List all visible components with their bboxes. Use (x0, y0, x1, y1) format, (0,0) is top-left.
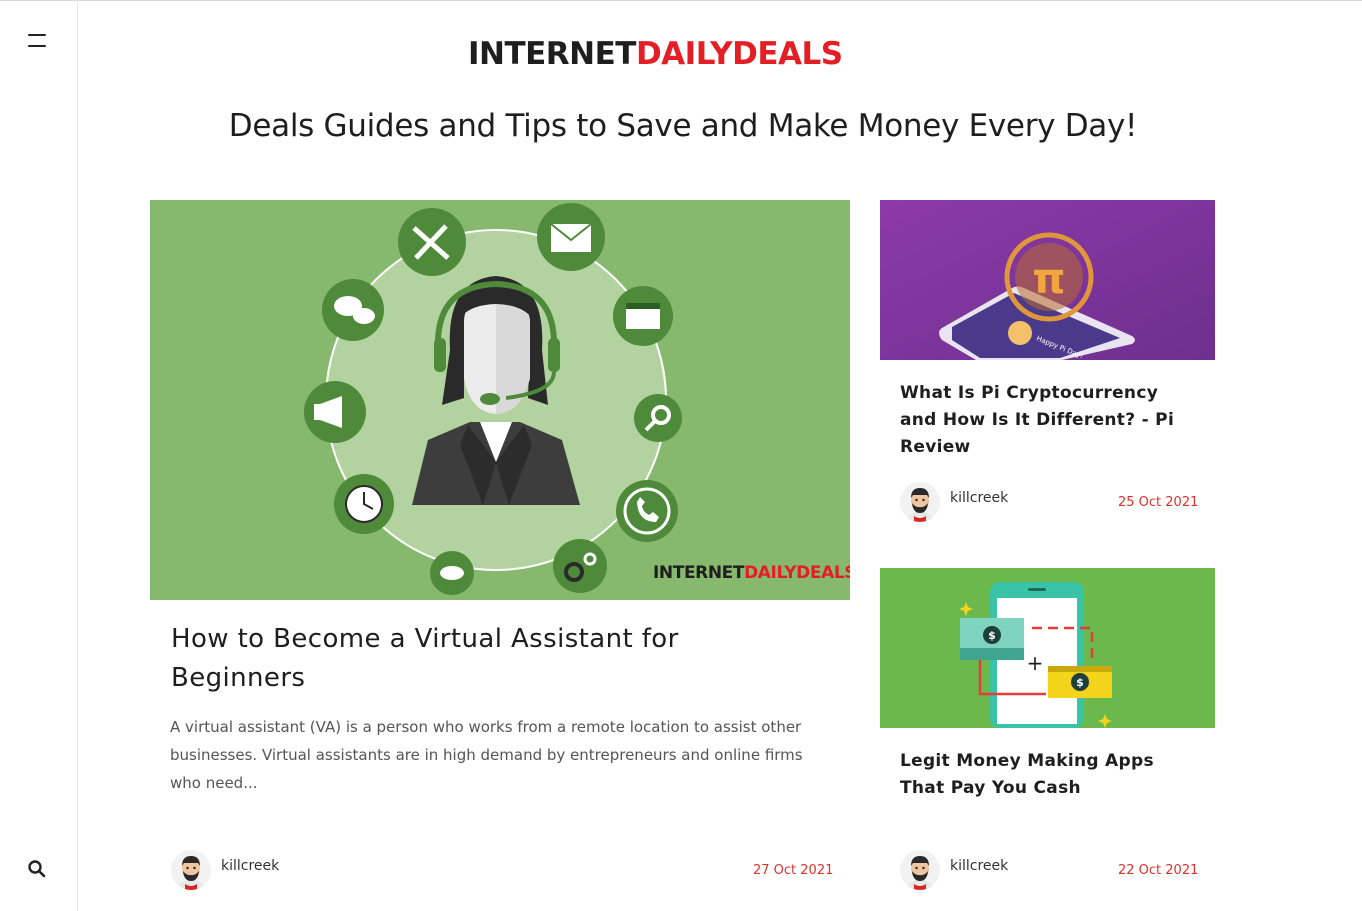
handshake-icon (430, 551, 474, 595)
search-icon[interactable] (26, 858, 48, 880)
cash-card-icon: $ (1048, 666, 1112, 698)
avatar (900, 850, 940, 890)
watermark-part-dailydeals: DAILYDEALS (744, 563, 850, 583)
settings-icon (634, 394, 682, 442)
featured-article-title[interactable]: How to Become a Virtual Assistant for Be… (171, 620, 811, 698)
mail-icon (537, 203, 605, 271)
watermark-part-internet: INTERNET (653, 563, 745, 583)
logo-part-internet: INTERNET (468, 36, 636, 72)
logo-wordmark: INTERNETDAILYDEALS (468, 34, 886, 74)
site-logo[interactable]: INTERNETDAILYDEALS (468, 34, 886, 74)
side-article-title[interactable]: Legit Money Making Apps That Pay You Cas… (900, 748, 1200, 802)
clock-icon (334, 474, 394, 534)
calendar-icon (613, 286, 673, 346)
menu-bar (28, 45, 46, 47)
menu-bar (28, 34, 46, 36)
phone-icon (616, 480, 678, 542)
svg-text:π: π (1032, 254, 1065, 303)
side-article-date: 25 Oct 2021 (1118, 495, 1199, 510)
logo-part-dailydeals: DAILYDEALS (635, 36, 843, 72)
top-border (0, 0, 1362, 1)
avatar (171, 850, 211, 890)
author-name[interactable]: killcreek (221, 858, 279, 874)
pi-cryptocurrency-article-image[interactable]: π Happy Pi Day! (880, 200, 1215, 360)
gears-icon (553, 539, 607, 593)
hamburger-menu-icon[interactable] (24, 28, 52, 54)
cash-card-icon: $ (960, 618, 1024, 660)
svg-text:$: $ (988, 629, 996, 642)
svg-text:$: $ (1076, 676, 1084, 689)
svg-text:+: + (1027, 651, 1044, 675)
pi-coin-icon: π (1004, 232, 1094, 322)
author-name[interactable]: killcreek (950, 490, 1008, 506)
side-article-author[interactable]: killcreek (900, 482, 1008, 522)
featured-article-date: 27 Oct 2021 (753, 863, 834, 878)
avatar (900, 482, 940, 522)
image-watermark: INTERNETDAILYDEALS (653, 563, 850, 583)
side-article-title[interactable]: What Is Pi Cryptocurrency and How Is It … (900, 380, 1200, 461)
featured-article-excerpt: A virtual assistant (VA) is a person who… (170, 718, 803, 792)
featured-article-author[interactable]: killcreek (171, 850, 279, 890)
tools-icon (398, 208, 466, 276)
megaphone-icon (304, 381, 366, 443)
featured-article-image[interactable]: INTERNETDAILYDEALS (150, 200, 850, 600)
author-name[interactable]: killcreek (950, 858, 1008, 874)
side-article-date: 22 Oct 2021 (1118, 863, 1199, 878)
page-tagline: Deals Guides and Tips to Save and Make M… (228, 108, 1138, 144)
chat-icon (322, 279, 384, 341)
money-apps-article-image[interactable]: + $ $ (880, 568, 1215, 728)
side-article-author[interactable]: killcreek (900, 850, 1008, 890)
